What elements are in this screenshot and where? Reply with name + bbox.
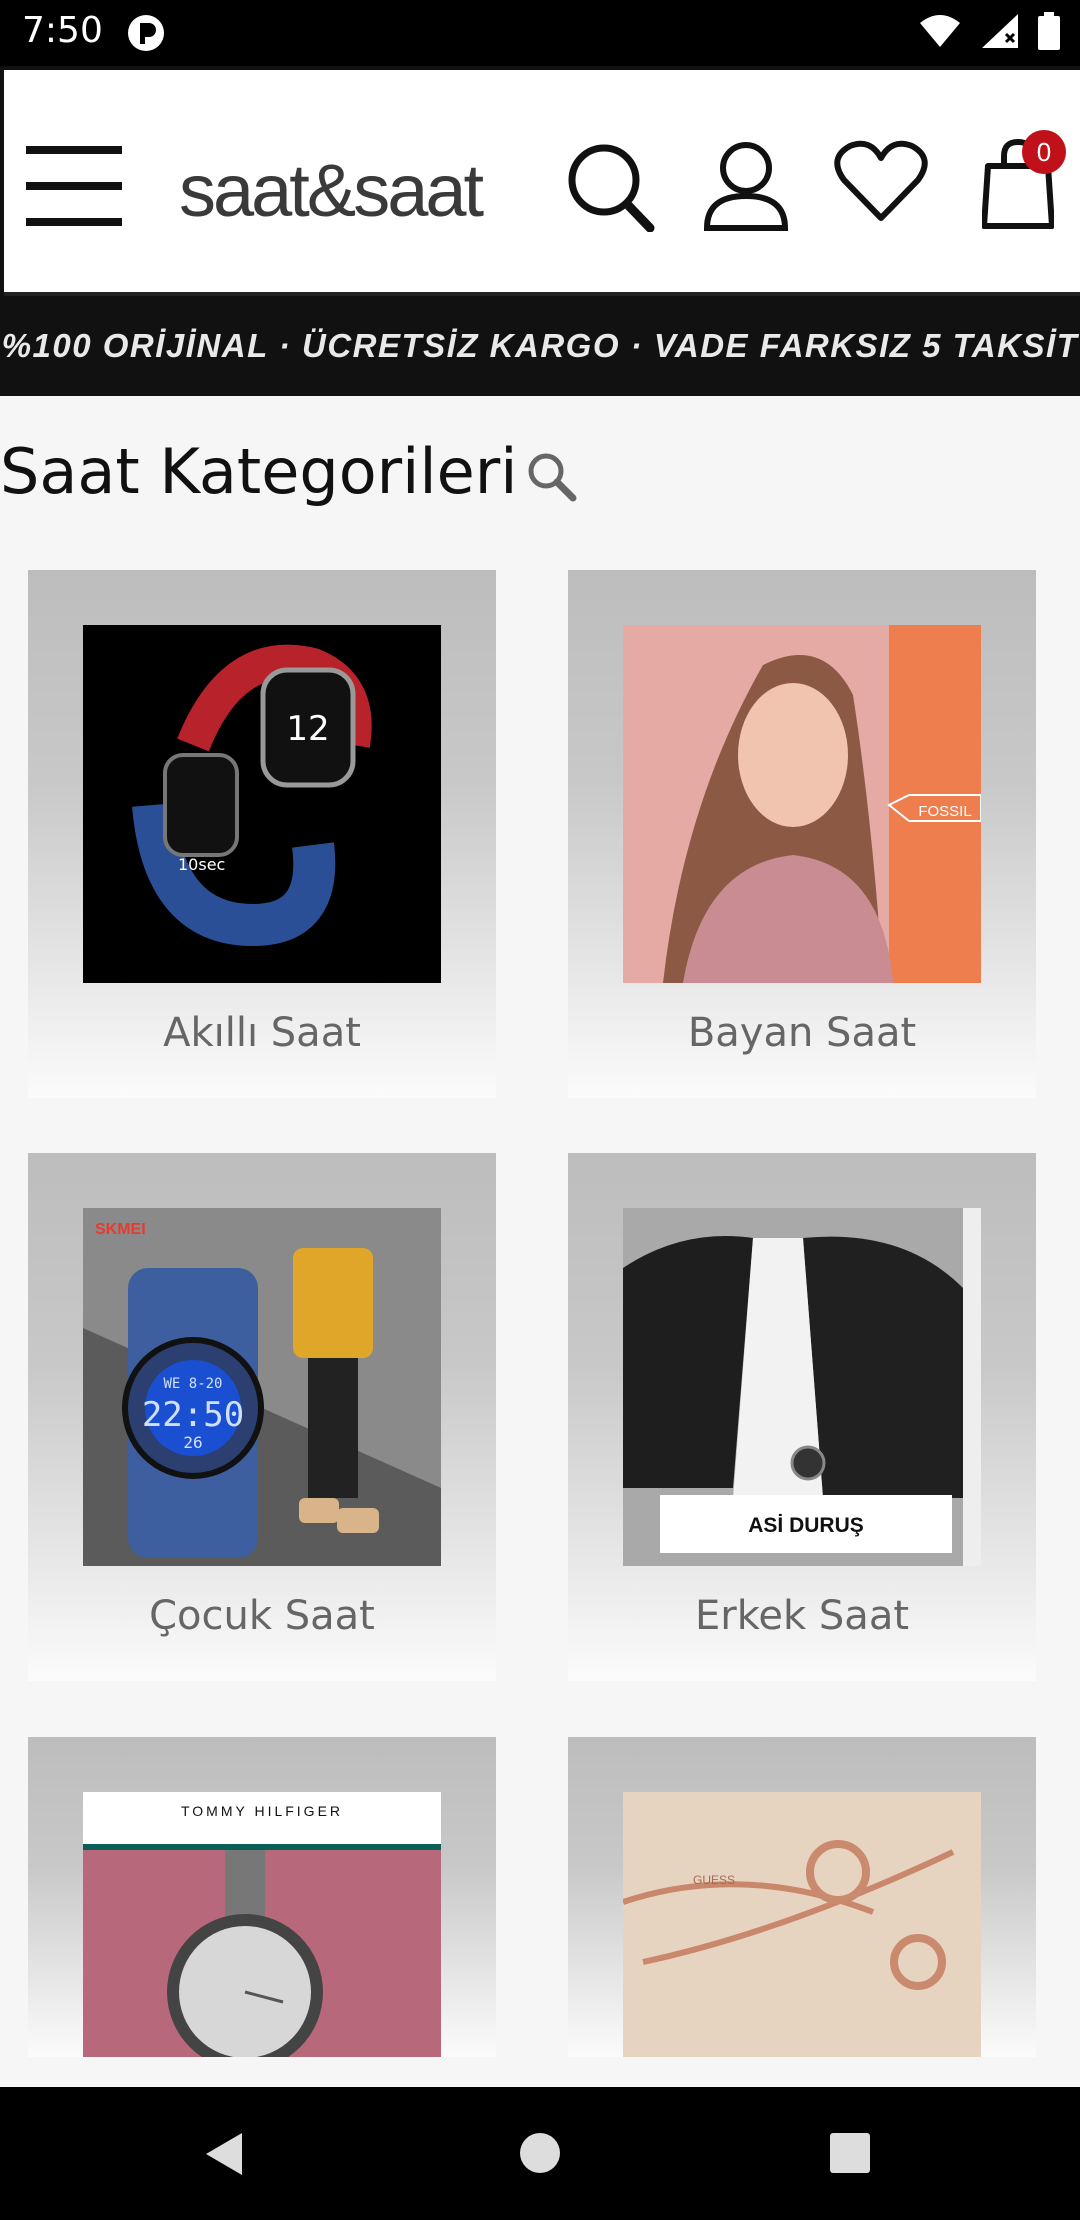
category-card-akilli-saat[interactable]: 12 10sec Akıllı Saat (28, 570, 496, 1098)
category-label: Çocuk Saat (149, 1593, 375, 1639)
cart-count-badge: 0 (1022, 130, 1066, 174)
account-icon[interactable] (702, 140, 790, 236)
search-icon[interactable] (566, 140, 656, 236)
category-card-tommy[interactable]: TOMMY HILFIGER (28, 1737, 496, 2057)
wifi-icon (918, 13, 962, 53)
brand-text-tommy: TOMMY HILFIGER (181, 1803, 343, 1819)
smart-watch-image: 12 10sec (83, 625, 441, 983)
back-icon[interactable] (202, 2131, 248, 2181)
category-label: Erkek Saat (694, 1593, 910, 1639)
page-title: Saat Kategorileri (0, 435, 518, 508)
menu-icon[interactable] (22, 140, 126, 236)
wishlist-heart-icon[interactable] (834, 140, 928, 228)
status-bar: 7:50 (0, 0, 1080, 66)
svg-text:10sec: 10sec (178, 855, 225, 874)
kids-watch-image: 22:50 WE 8-20 26 SKMEI (83, 1208, 441, 1566)
brand-logo[interactable]: saat&saat (179, 148, 484, 233)
signal-icon (980, 12, 1020, 54)
battery-icon (1038, 12, 1060, 54)
category-search-icon[interactable] (525, 450, 577, 506)
app-header: saat&saat 0 (0, 66, 1080, 300)
tommy-watch-image: TOMMY HILFIGER (83, 1792, 441, 2057)
category-label: Akıllı Saat (163, 1010, 361, 1056)
promo-banner[interactable]: %100 ORİJİNAL · ÜCRETSİZ KARGO · VADE FA… (0, 296, 1080, 396)
svg-text:WE 8-20: WE 8-20 (163, 1376, 222, 1392)
notification-app-icon (126, 13, 166, 57)
guess-jewelry-image: GUESS (623, 1792, 981, 2057)
home-icon[interactable] (518, 2131, 562, 2179)
svg-text:12: 12 (286, 709, 329, 749)
brand-text-asi-durus: ASİ DURUŞ (748, 1514, 864, 1537)
women-watch-image: FOSSIL (623, 625, 981, 983)
recents-icon[interactable] (828, 2131, 872, 2179)
svg-text:26: 26 (183, 1433, 202, 1452)
category-card-cocuk-saat[interactable]: 22:50 WE 8-20 26 SKMEI Çocuk Saat (28, 1153, 496, 1681)
category-card-bayan-saat[interactable]: FOSSIL Bayan Saat (568, 570, 1036, 1098)
brand-text-skmei: SKMEI (95, 1221, 146, 1238)
men-watch-image: ASİ DURUŞ (623, 1208, 981, 1566)
category-label: Bayan Saat (687, 1010, 917, 1056)
system-nav-bar (0, 2087, 1080, 2220)
status-time: 7:50 (22, 10, 103, 51)
watch-display-time: 22:50 (142, 1395, 244, 1435)
brand-text-fossil: FOSSIL (918, 803, 971, 820)
brand-text-guess: GUESS (693, 1873, 735, 1887)
category-card-guess[interactable]: GUESS (568, 1737, 1036, 2057)
category-card-erkek-saat[interactable]: ASİ DURUŞ Erkek Saat (568, 1153, 1036, 1681)
